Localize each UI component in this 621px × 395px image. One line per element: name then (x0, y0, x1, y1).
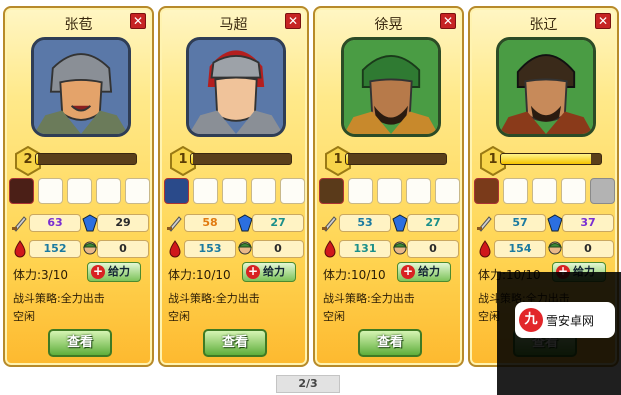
experience-bar (35, 153, 137, 165)
attack-value: 58 (184, 214, 236, 232)
equipment-slot[interactable] (193, 178, 218, 204)
equipment-slot[interactable] (222, 178, 247, 204)
experience-fill (36, 154, 38, 164)
attack-value: 53 (339, 214, 391, 232)
battle-strategy: 战斗策略:全力出击 (323, 292, 415, 305)
experience-bar (190, 153, 292, 165)
plus-icon: + (246, 264, 260, 279)
equipment-slot[interactable] (474, 178, 499, 204)
equipment-slot[interactable] (377, 178, 402, 204)
page-indicator[interactable]: 2/3 (276, 375, 340, 393)
watermark-logo: 九 雪安卓网 (515, 302, 615, 338)
heal-button[interactable]: +给力 (242, 262, 296, 282)
view-button[interactable]: 查看 (358, 329, 422, 357)
battle-strategy: 战斗策略:全力出击 (168, 292, 260, 305)
heal-button[interactable]: +给力 (397, 262, 451, 282)
experience-fill (191, 154, 193, 164)
attack-value: 63 (29, 214, 81, 232)
soldier-count: 0 (407, 240, 459, 258)
general-card: 马超 ✕ 1 58 27 153 0 体力:10/10 + 给力 战斗策略:全力… (158, 6, 309, 367)
close-icon[interactable]: ✕ (595, 13, 611, 29)
soldier-count: 0 (562, 240, 614, 258)
general-card: 徐晃 ✕ 1 53 27 131 0 体力:10/10 + 给力 战斗策略:全力… (313, 6, 464, 367)
equipment-row (164, 178, 309, 206)
close-icon[interactable]: ✕ (285, 13, 301, 29)
blood-drop-icon (476, 240, 494, 258)
equipment-slot[interactable] (9, 178, 34, 204)
view-button[interactable]: 查看 (48, 329, 112, 357)
blood-drop-icon (321, 240, 339, 258)
equipment-slot[interactable] (125, 178, 150, 204)
general-portrait[interactable] (496, 37, 596, 137)
intelligence-value: 29 (97, 214, 149, 232)
equipment-slot[interactable] (67, 178, 92, 204)
experience-fill (501, 154, 591, 164)
equipment-slot[interactable] (38, 178, 63, 204)
stamina-text: 体力:3/10 (13, 268, 68, 282)
blood-drop-icon (11, 240, 29, 258)
sword-icon (11, 214, 29, 232)
equipment-row (9, 178, 154, 206)
general-card: 张苞 ✕ 2 63 29 152 0 体力:3/10 + 给力 战斗策略:全力出… (3, 6, 154, 367)
battle-strategy: 战斗策略:全力出击 (13, 292, 105, 305)
equipment-slot[interactable] (348, 178, 373, 204)
sword-icon (476, 214, 494, 232)
experience-bar (500, 153, 602, 165)
general-status: 空闲 (323, 310, 345, 323)
general-portrait[interactable] (31, 37, 131, 137)
locked-equipment-slot (590, 178, 615, 204)
watermark-logo-icon: 九 (519, 308, 543, 332)
intelligence-value: 27 (407, 214, 459, 232)
watermark-text: 雪安卓网 (546, 314, 595, 328)
soldier-count: 0 (252, 240, 304, 258)
sword-icon (321, 214, 339, 232)
plus-icon: + (91, 264, 105, 279)
equipment-slot[interactable] (164, 178, 189, 204)
equipment-slot[interactable] (96, 178, 121, 204)
equipment-slot[interactable] (406, 178, 431, 204)
close-icon[interactable]: ✕ (440, 13, 456, 29)
close-icon[interactable]: ✕ (130, 13, 146, 29)
attack-value: 57 (494, 214, 546, 232)
intelligence-value: 27 (252, 214, 304, 232)
view-button[interactable]: 查看 (203, 329, 267, 357)
heal-button[interactable]: +给力 (87, 262, 141, 282)
equipment-slot[interactable] (280, 178, 305, 204)
experience-bar (345, 153, 447, 165)
watermark-overlay: 九 雪安卓网 (497, 272, 621, 395)
stamina-text: 体力:10/10 (168, 268, 231, 282)
equipment-slot[interactable] (251, 178, 276, 204)
stamina-text: 体力:10/10 (323, 268, 386, 282)
general-portrait[interactable] (186, 37, 286, 137)
equipment-slot[interactable] (561, 178, 586, 204)
defense-value: 153 (184, 240, 236, 258)
experience-fill (346, 154, 348, 164)
equipment-slot[interactable] (503, 178, 528, 204)
general-status: 空闲 (13, 310, 35, 323)
equipment-slot[interactable] (319, 178, 344, 204)
blood-drop-icon (166, 240, 184, 258)
general-status: 空闲 (168, 310, 190, 323)
intelligence-value: 37 (562, 214, 614, 232)
equipment-slot[interactable] (435, 178, 460, 204)
defense-value: 131 (339, 240, 391, 258)
defense-value: 152 (29, 240, 81, 258)
soldier-count: 0 (97, 240, 149, 258)
equipment-slot[interactable] (532, 178, 557, 204)
defense-value: 154 (494, 240, 546, 258)
equipment-row (474, 178, 619, 206)
sword-icon (166, 214, 184, 232)
plus-icon: + (401, 264, 415, 279)
general-portrait[interactable] (341, 37, 441, 137)
equipment-row (319, 178, 464, 206)
